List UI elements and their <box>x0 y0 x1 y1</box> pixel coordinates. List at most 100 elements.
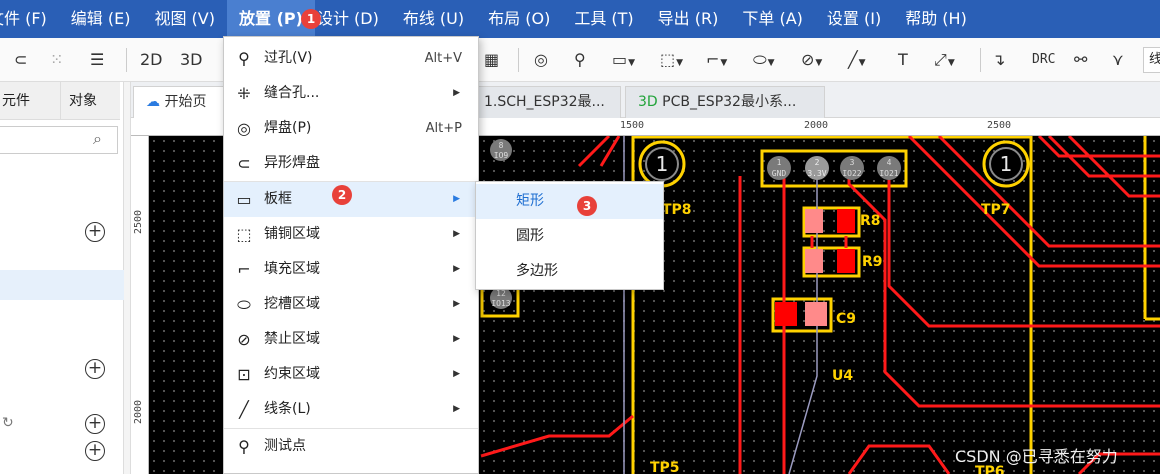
step-badge-1: 1 <box>301 9 321 29</box>
menu-item-test-point[interactable]: ⚲ 测试点 <box>224 429 478 464</box>
menu-route[interactable]: 布线 (U) <box>391 0 476 38</box>
ref-tp8: TP8 <box>662 202 692 218</box>
tab-objects[interactable]: 对象 <box>60 82 120 120</box>
board-frame-icon: ▭ <box>236 190 252 209</box>
menu-item-pad[interactable]: ◎ 焊盘(P) Alt+P <box>224 111 478 146</box>
track <box>480 414 634 458</box>
tab-pcb[interactable]: 3D PCB_ESP32最小系... <box>625 86 825 118</box>
pcb-3d-icon: 3D <box>638 94 658 110</box>
menu-item-constraint-region[interactable]: ⊡ 约束区域 ▶ <box>224 357 478 392</box>
search-icon[interactable]: ⌕ <box>93 129 102 149</box>
line-icon[interactable]: ╱▼ <box>848 38 866 82</box>
menu-item-shortcut: Alt+V <box>424 51 462 66</box>
menu-view[interactable]: 视图 (V) <box>142 0 227 38</box>
list-search-icon[interactable]: ☰ <box>90 38 104 82</box>
menu-item-copper-pour[interactable]: ⬚ 铺铜区域 ▶ <box>224 217 478 252</box>
svg-text:1: 1 <box>656 152 669 176</box>
view-2d-button[interactable]: 2D <box>140 38 163 82</box>
menu-item-via[interactable]: ⚲ 过孔(V) Alt+V <box>224 41 478 76</box>
svg-text:IO21: IO21 <box>879 169 898 178</box>
board-frame-icon[interactable]: ▭▼ <box>612 38 635 82</box>
svg-text:1: 1 <box>1000 152 1013 176</box>
menu-item-fill-region[interactable]: ⌐ 填充区域 ▶ <box>224 252 478 287</box>
tab-components[interactable]: 元件 <box>0 82 60 120</box>
fill-area-icon[interactable]: ⌐▼ <box>706 38 727 82</box>
ref-c9: C9 <box>836 311 856 327</box>
menu-item-label: 禁止区域 <box>264 331 320 347</box>
menu-item-label: 测试点 <box>264 438 306 454</box>
tab-home[interactable]: ☁ 开始页 <box>133 86 229 118</box>
svg-text:3.3V: 3.3V <box>807 169 826 178</box>
submenu-arrow-icon: ▶ <box>453 369 460 379</box>
svg-text:3: 3 <box>850 158 855 167</box>
menu-order[interactable]: 下单 (A) <box>730 0 815 38</box>
keepout-icon[interactable]: ⊘▼ <box>801 38 822 82</box>
toolbar-separator <box>518 48 519 72</box>
submenu-arrow-icon: ▶ <box>453 88 460 98</box>
via-icon[interactable]: ◎ <box>534 38 548 82</box>
menu-export[interactable]: 导出 (R) <box>646 0 731 38</box>
test-point-tp8: 1 <box>638 140 686 188</box>
copper-pour-icon: ⬚ <box>236 225 252 244</box>
menu-item-slot-region[interactable]: ⬭ 挖槽区域 ▶ <box>224 287 478 322</box>
slot-region-icon: ⬭ <box>237 295 251 314</box>
test-point-icon: ⚲ <box>238 437 250 456</box>
view-3d-button[interactable]: 3D <box>180 38 203 82</box>
menu-item-stitching-via[interactable]: ⁜ 缝合孔... ▶ <box>224 76 478 111</box>
submenu-item-polygon[interactable]: 多边形 <box>476 254 663 289</box>
menu-item-custom-pad[interactable]: ⊂ 异形焊盘 <box>224 146 478 181</box>
select-grid-icon[interactable]: ⁙ <box>50 38 63 82</box>
dimension-icon[interactable]: ⤢▼ <box>934 38 955 82</box>
stitch-icon[interactable]: ⚲ <box>574 38 586 82</box>
menu-settings[interactable]: 设置 (I) <box>815 0 893 38</box>
menu-item-label: 过孔(V) <box>264 50 313 66</box>
add-icon[interactable]: + <box>85 414 105 434</box>
menu-item-label: 铺铜区域 <box>264 226 320 242</box>
undo-icon[interactable]: ⊂ <box>14 38 27 82</box>
menubar: 文件 (F) 编辑 (E) 视图 (V) 放置 (P) 设计 (D) 布线 (U… <box>0 0 1160 38</box>
add-icon[interactable]: + <box>85 222 105 242</box>
submenu-item-rectangle[interactable]: 矩形 <box>476 184 663 219</box>
ruler-label: 2000 <box>133 399 144 424</box>
submenu-arrow-icon: ▶ <box>453 299 460 309</box>
ref-tp5: TP5 <box>650 460 680 474</box>
add-icon[interactable]: + <box>85 441 105 461</box>
panel-splitter[interactable] <box>124 82 131 474</box>
selected-row[interactable] <box>0 270 124 300</box>
track <box>937 136 1160 248</box>
menu-edit[interactable]: 编辑 (E) <box>59 0 143 38</box>
diff-pair-icon[interactable]: ⚯ <box>1074 38 1087 82</box>
place-menu: ⚲ 过孔(V) Alt+V ⁜ 缝合孔... ▶ ◎ 焊盘(P) Alt+P ⊂… <box>223 36 479 474</box>
drc-button[interactable]: DRC <box>1032 38 1055 82</box>
svg-text:IO13: IO13 <box>491 299 510 308</box>
menu-item-label: 填充区域 <box>264 261 320 277</box>
copper-area-icon[interactable]: ⬚▼ <box>660 38 683 82</box>
ruler-label: 2500 <box>133 209 144 234</box>
ref-u4: U4 <box>832 368 853 384</box>
toolbar-search-input[interactable]: 线 <box>1143 47 1160 73</box>
menu-help[interactable]: 帮助 (H) <box>893 0 979 38</box>
length-tune-icon[interactable]: ⋎ <box>1112 38 1124 82</box>
menu-file[interactable]: 文件 (F) <box>0 0 59 38</box>
submenu-item-circle[interactable]: 圆形 <box>476 219 663 254</box>
menu-layout[interactable]: 布局 (O) <box>476 0 562 38</box>
tab-pcb-label: PCB_ESP32最小系... <box>662 94 797 110</box>
route-icon[interactable]: ↴ <box>992 38 1005 82</box>
c9-pad-1 <box>775 302 797 326</box>
r9-pad-1 <box>805 249 823 273</box>
svg-text:2: 2 <box>815 158 820 167</box>
slot-icon[interactable]: ⬭▼ <box>753 38 775 82</box>
add-icon[interactable]: + <box>85 359 105 379</box>
menu-item-keepout-region[interactable]: ⊘ 禁止区域 ▶ <box>224 322 478 357</box>
pad-icon: ◎ <box>237 119 251 138</box>
tab-schematic[interactable]: 1.SCH_ESP32最... <box>471 86 621 118</box>
text-icon[interactable]: T <box>898 38 908 82</box>
tab-schematic-label: 1.SCH_ESP32最... <box>484 94 605 110</box>
menu-tools[interactable]: 工具 (T) <box>562 0 645 38</box>
menu-item-board-frame[interactable]: ▭ 板框 ▶ <box>224 182 478 217</box>
refresh-icon[interactable]: ↻ <box>2 415 14 431</box>
submenu-arrow-icon: ▶ <box>453 194 460 204</box>
grid-icon[interactable]: ▦ <box>484 38 499 82</box>
constraint-region-icon: ⊡ <box>237 365 251 384</box>
menu-item-line[interactable]: ╱ 线条(L) ▶ <box>224 392 478 427</box>
